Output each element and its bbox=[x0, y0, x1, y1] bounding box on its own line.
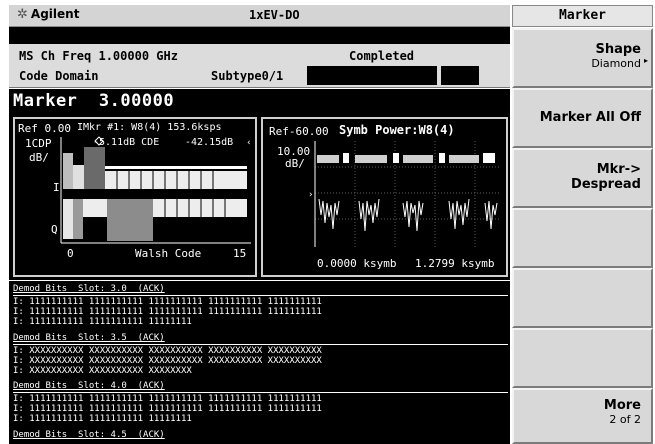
cd-marker-value: -5.11dB CDE bbox=[93, 137, 160, 148]
mkr-despread-softkey[interactable]: Mkr-> Despread bbox=[512, 148, 653, 208]
q-bar-code-1 bbox=[73, 199, 83, 239]
subtype-label: Subtype0/1 bbox=[211, 69, 284, 83]
channel-frequency: MS Ch Freq 1.00000 GHz bbox=[19, 49, 178, 63]
shape-value: Diamond bbox=[591, 57, 641, 70]
symbol-marker-icon: › bbox=[309, 190, 313, 200]
sp-unit: dB/ bbox=[285, 157, 305, 170]
status-bar-primary bbox=[307, 66, 437, 85]
measurement-info: MS Ch Freq 1.00000 GHz Completed Code Do… bbox=[9, 44, 510, 88]
upper-trace-segment-8 bbox=[483, 153, 495, 163]
analyzer-screen: ✲ Agilent 1xEV-DO MS Ch Freq 1.00000 GHz … bbox=[0, 0, 655, 444]
cd-i-label: I bbox=[53, 181, 60, 194]
blank-softkey-4[interactable] bbox=[512, 208, 653, 268]
title-bar: ✲ Agilent 1xEV-DO bbox=[9, 5, 510, 27]
more-label: More bbox=[603, 398, 641, 413]
demod-bits-row: I: 1111111111 1111111111 11111111 bbox=[13, 414, 192, 424]
cd-axis-title: Walsh Code bbox=[135, 247, 202, 260]
cd-ref-level: Ref 0.00 bbox=[18, 122, 71, 135]
cd-legend: 1CDP bbox=[25, 137, 52, 150]
brand-star-icon: ✲ bbox=[17, 7, 28, 22]
demod-bits-row: I: 1111111111 1111111111 1111111111 1111… bbox=[13, 307, 322, 317]
more-softkey[interactable]: More 2 of 2 bbox=[512, 388, 653, 444]
marker-value-line: Marker 3.00000 bbox=[9, 89, 510, 113]
demod-block-header: Demod Bits Slot: 4.5 (ACK) bbox=[13, 430, 165, 440]
softkey-menu-title: Marker bbox=[512, 5, 653, 27]
symbol-power-plot[interactable]: › Ref-60.00 Symb Power:W8(4) 10.00 dB/ 0… bbox=[261, 117, 508, 277]
cd-q-label: Q bbox=[51, 223, 58, 236]
mode-title: 1xEV-DO bbox=[249, 8, 300, 22]
demod-block-slot-4-5: Demod Bits Slot: 4.5 (ACK) bbox=[13, 430, 508, 441]
upper-trace-segment-4 bbox=[393, 153, 399, 163]
brand-name: Agilent bbox=[30, 7, 80, 21]
code-scroll-icon: ‹ bbox=[247, 138, 251, 148]
q-bar-code-0 bbox=[63, 199, 73, 239]
mkr-despread-line2: Despread bbox=[571, 177, 641, 192]
i-bar-code-0 bbox=[63, 153, 73, 189]
upper-trace-segment-2 bbox=[343, 153, 349, 163]
i-bar-code-2 bbox=[84, 147, 94, 189]
q-bar-code-4 bbox=[153, 199, 247, 217]
demod-bits-row: I: XXXXXXXXXX XXXXXXXXXX XXXXXXXX bbox=[13, 366, 192, 376]
measurement-name: Code Domain bbox=[19, 69, 99, 83]
demod-bits-row: I: 1111111111 1111111111 1111111111 1111… bbox=[13, 297, 322, 307]
upper-trace-segment-3 bbox=[355, 155, 387, 163]
upper-trace-segment-7 bbox=[449, 155, 479, 163]
demod-block-header: Demod Bits Slot: 4.0 (ACK) bbox=[13, 381, 165, 391]
cd-marker-readout: IMkr #1: W8(4) 153.6ksps bbox=[77, 122, 222, 133]
demod-bits-row: I: 1111111111 1111111111 11111111 bbox=[13, 317, 192, 327]
demod-bits-panel: Demod Bits Slot: 3.0 (ACK) I: 1111111111… bbox=[9, 281, 510, 444]
shape-label: Shape bbox=[595, 42, 641, 57]
sp-x-start: 0.0000 ksymb bbox=[317, 257, 397, 270]
demod-bits-row: I: XXXXXXXXXX XXXXXXXXXX XXXXXXXXXX XXXX… bbox=[13, 356, 322, 366]
sp-title: Symb Power:W8(4) bbox=[339, 123, 455, 137]
message-strip bbox=[9, 27, 510, 44]
demod-bits-row: I: 1111111111 1111111111 1111111111 1111… bbox=[13, 404, 322, 414]
upper-trace-segment-1 bbox=[317, 155, 339, 163]
shape-softkey[interactable]: Shape Diamond ▸ bbox=[512, 28, 653, 88]
blank-softkey-6[interactable] bbox=[512, 328, 653, 388]
marker-all-off-softkey[interactable]: Marker All Off bbox=[512, 88, 653, 148]
marker-value: 3.00000 bbox=[98, 91, 175, 111]
demod-block-slot-4-0: Demod Bits Slot: 4.0 (ACK) I: 1111111111… bbox=[13, 381, 508, 424]
marker-label: Marker bbox=[13, 91, 78, 111]
symbol-power-graph: › bbox=[309, 141, 499, 247]
mkr-despread-line1: Mkr-> bbox=[596, 162, 641, 177]
measurement-status: Completed bbox=[349, 49, 415, 63]
cd-cde-value: -42.15dB bbox=[185, 137, 234, 148]
lower-trace-bursts bbox=[318, 198, 498, 232]
i-bar-code-15 bbox=[231, 171, 247, 189]
demod-block-slot-3-0: Demod Bits Slot: 3.0 (ACK) I: 1111111111… bbox=[13, 284, 508, 327]
plot-area: ‹ Ref 0.00 IMkr #1: W8(4) 153.6ksps 1CDP… bbox=[9, 113, 510, 280]
demod-bits-row: I: 1111111111 1111111111 1111111111 1111… bbox=[13, 394, 322, 404]
submenu-arrow-icon: ▸ bbox=[643, 56, 648, 65]
marker-all-off-label: Marker All Off bbox=[539, 110, 641, 125]
q-bar-code-3 bbox=[107, 199, 153, 241]
demod-block-slot-3-5: Demod Bits Slot: 3.5 (ACK) I: XXXXXXXXXX… bbox=[13, 333, 508, 376]
status-bar-secondary bbox=[441, 66, 479, 85]
demod-bits-row: I: XXXXXXXXXX XXXXXXXXXX XXXXXXXXXX XXXX… bbox=[13, 346, 322, 356]
i-bar-code-3 bbox=[94, 147, 105, 189]
more-page: 2 of 2 bbox=[609, 413, 641, 426]
sp-x-end: 1.2799 ksymb bbox=[415, 257, 495, 270]
i-bar-code-1 bbox=[73, 165, 84, 189]
upper-trace-segment-6 bbox=[439, 153, 445, 163]
brand-logo: ✲ Agilent bbox=[17, 7, 79, 22]
upper-trace-segment-5 bbox=[403, 155, 433, 163]
cd-axis-start: 0 bbox=[67, 247, 74, 260]
demod-block-header: Demod Bits Slot: 3.5 (ACK) bbox=[13, 333, 165, 343]
code-domain-plot[interactable]: ‹ Ref 0.00 IMkr #1: W8(4) 153.6ksps 1CDP… bbox=[13, 117, 257, 277]
demod-block-header: Demod Bits Slot: 3.0 (ACK) bbox=[13, 284, 165, 294]
i-bar-code-4 bbox=[105, 171, 231, 189]
cd-axis-end: 15 bbox=[233, 247, 247, 260]
cd-unit: dB/ bbox=[29, 151, 49, 164]
blank-softkey-5[interactable] bbox=[512, 268, 653, 328]
sp-ref-level: Ref-60.00 bbox=[269, 125, 329, 138]
q-bar-code-2 bbox=[83, 199, 107, 217]
